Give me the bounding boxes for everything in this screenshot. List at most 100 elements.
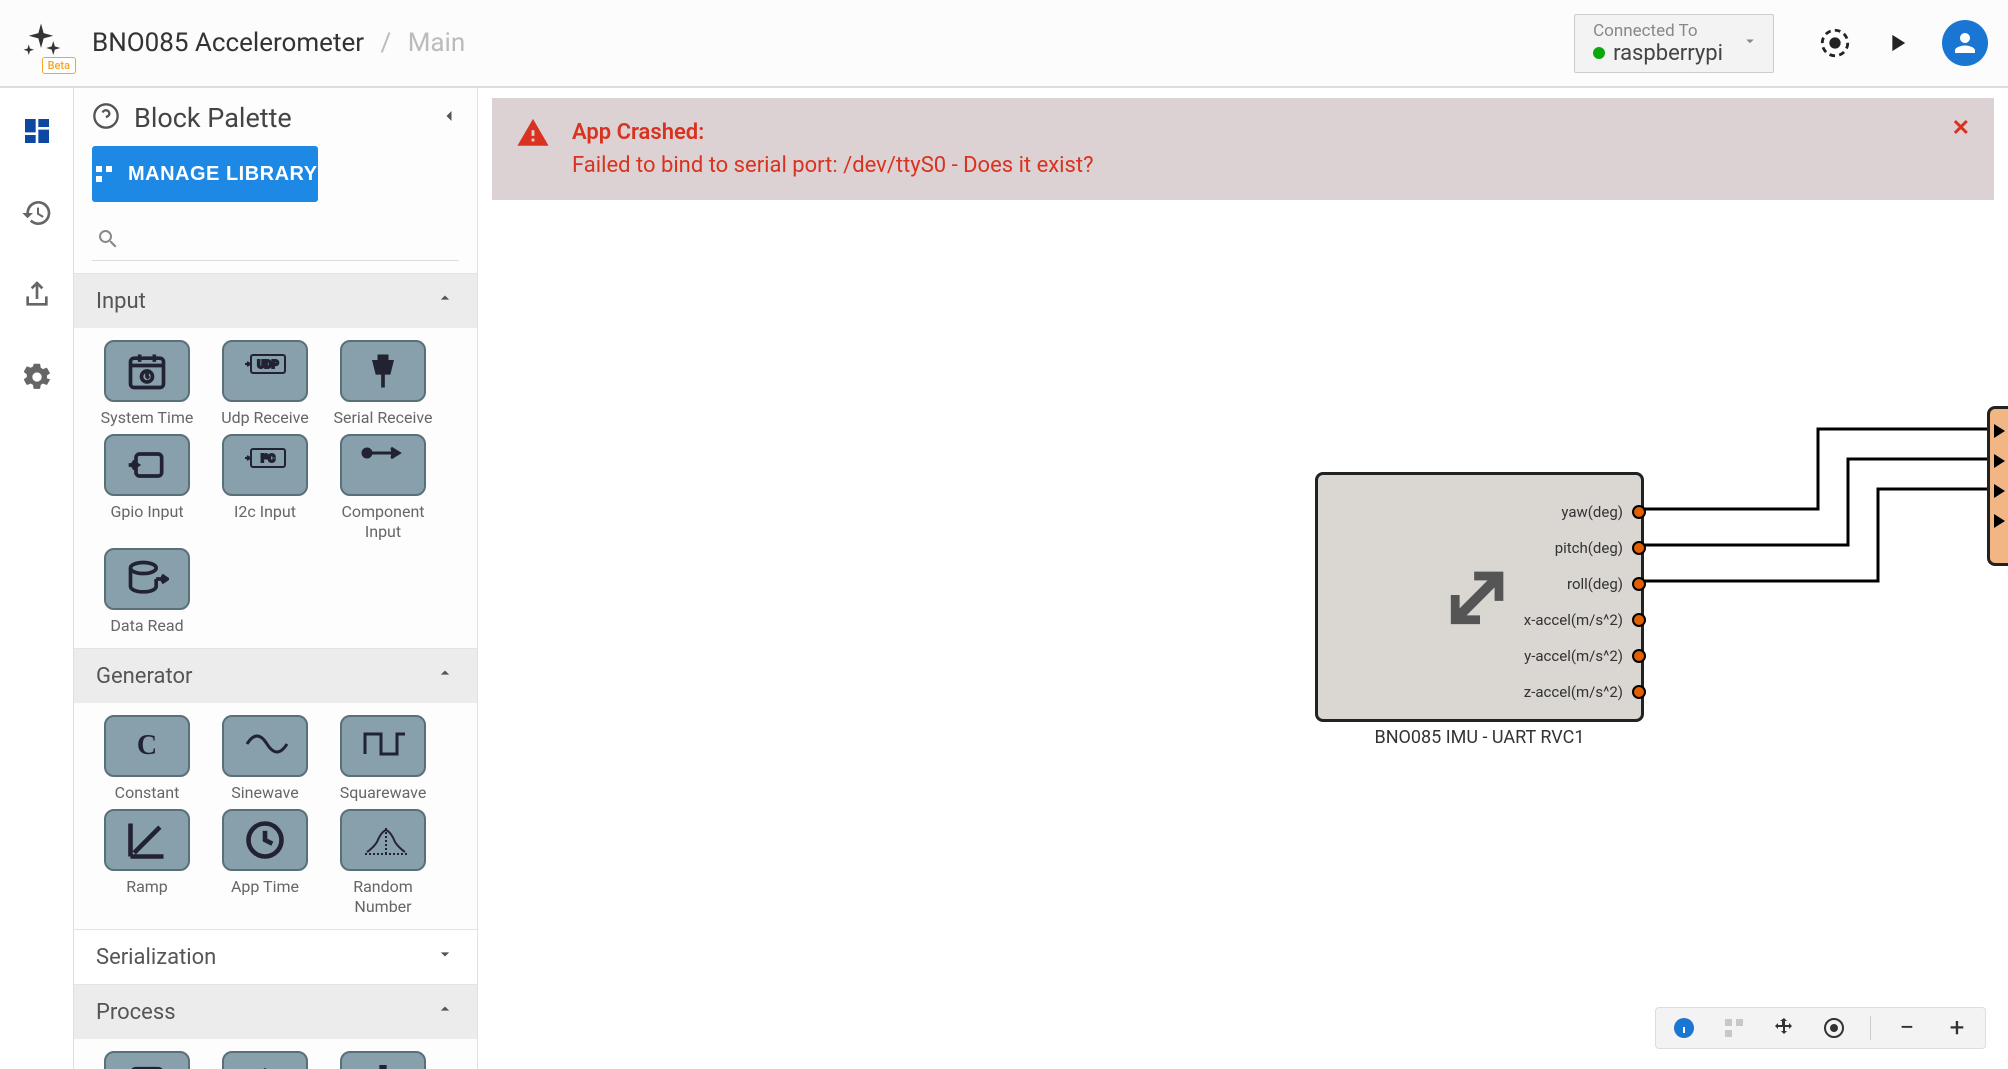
svg-text:UDP: UDP: [257, 358, 279, 371]
block-ramp[interactable]: Ramp: [88, 809, 206, 917]
data-read-icon: [104, 548, 190, 610]
snap-icon[interactable]: [1720, 1014, 1748, 1042]
node-plot[interactable]: x1x2x3x... Plot1: [1987, 406, 2008, 566]
help-icon[interactable]: [92, 102, 120, 134]
port-triangle: [1994, 454, 2005, 468]
center-icon[interactable]: [1820, 1014, 1848, 1042]
error-close-button[interactable]: ✕: [1952, 116, 1970, 141]
squarewave-icon: [340, 715, 426, 777]
imu-port-5[interactable]: z-accel(m/s^2): [1524, 683, 1637, 701]
logo: Beta: [20, 20, 62, 66]
rail-settings-icon[interactable]: [14, 354, 60, 400]
chevron-down-icon: [435, 944, 455, 970]
beta-badge: Beta: [42, 57, 76, 74]
block-squarewave[interactable]: Squarewave: [324, 715, 442, 803]
collapse-panel-icon[interactable]: [439, 106, 459, 130]
process-2-icon: [222, 1051, 308, 1069]
top-bar: Beta BNO085 Accelerometer / Main Connect…: [0, 0, 2008, 88]
error-message: Failed to bind to serial port: /dev/ttyS…: [572, 149, 1930, 182]
random-number-icon: [340, 809, 426, 871]
block-process-1[interactable]: [88, 1051, 206, 1069]
block-process-3[interactable]: [324, 1051, 442, 1069]
block-i2c-input[interactable]: I²CI2c Input: [206, 434, 324, 542]
wires: [478, 88, 2008, 1069]
node-imu-caption: BNO085 IMU - UART RVC1: [1318, 719, 1641, 748]
icon-rail: [0, 88, 74, 1069]
main-layout: Block Palette MANAGE LIBRARY InputSystem…: [0, 88, 2008, 1069]
imu-port-3[interactable]: x-accel(m/s^2): [1524, 611, 1637, 629]
imu-port-4[interactable]: y-accel(m/s^2): [1524, 647, 1637, 665]
system-time-icon: [104, 340, 190, 402]
deploy-icon[interactable]: [1812, 20, 1858, 66]
expand-arrow-icon: [1445, 560, 1515, 634]
breadcrumb-current: Main: [408, 28, 466, 58]
block-system-time[interactable]: System Time: [88, 340, 206, 428]
breadcrumb-sep: /: [381, 28, 392, 58]
connection-status-dot: [1593, 47, 1605, 59]
process-3-icon: [340, 1051, 426, 1069]
serial-receive-icon: [340, 340, 426, 402]
avatar[interactable]: [1942, 20, 1988, 66]
svg-text:I²C: I²C: [261, 452, 276, 465]
ramp-icon: [104, 809, 190, 871]
imu-port-1[interactable]: pitch(deg): [1555, 539, 1637, 557]
error-title: App Crashed:: [572, 116, 1930, 149]
port-triangle: [1994, 514, 2005, 528]
imu-port-0[interactable]: yaw(deg): [1561, 503, 1637, 521]
port-triangle: [1994, 424, 2005, 438]
plot-port-3[interactable]: x...: [1996, 513, 2008, 528]
app-time-icon: [222, 809, 308, 871]
block-serial-receive[interactable]: Serial Receive: [324, 340, 442, 428]
block-data-read[interactable]: Data Read: [88, 548, 206, 636]
move-icon[interactable]: [1770, 1014, 1798, 1042]
zoom-in-button[interactable]: +: [1943, 1014, 1971, 1042]
constant-icon: C: [104, 715, 190, 777]
block-component-input[interactable]: Component Input: [324, 434, 442, 542]
block-constant[interactable]: CConstant: [88, 715, 206, 803]
block-random-number[interactable]: Random Number: [324, 809, 442, 917]
node-plot-caption: Plot1: [1990, 563, 2008, 592]
connection-dropdown[interactable]: Connected To raspberrypi: [1574, 14, 1774, 73]
port-triangle: [1994, 484, 2005, 498]
plot-port-1[interactable]: x2: [1996, 453, 2008, 468]
rail-dashboard-icon[interactable]: [14, 108, 60, 154]
warning-icon: [516, 116, 550, 157]
block-process-2[interactable]: [206, 1051, 324, 1069]
search-input[interactable]: [92, 218, 459, 261]
breadcrumb-project[interactable]: BNO085 Accelerometer: [92, 28, 364, 58]
block-gpio-input[interactable]: Gpio Input: [88, 434, 206, 542]
category-header-generator[interactable]: Generator: [74, 648, 477, 703]
port-dot: [1632, 577, 1646, 591]
port-dot: [1632, 541, 1646, 555]
node-imu[interactable]: yaw(deg) pitch(deg) roll(deg) x-accel(m/s^2…: [1315, 472, 1644, 722]
port-dot: [1632, 649, 1646, 663]
chevron-up-icon: [435, 999, 455, 1025]
category-header-process[interactable]: Process: [74, 984, 477, 1039]
udp-receive-icon: UDP: [222, 340, 308, 402]
info-icon[interactable]: [1670, 1014, 1698, 1042]
port-dot: [1632, 613, 1646, 627]
play-icon[interactable]: [1874, 20, 1920, 66]
manage-library-button[interactable]: MANAGE LIBRARY: [92, 146, 318, 202]
canvas-toolbar: − +: [1655, 1007, 1986, 1049]
sinewave-icon: [222, 715, 308, 777]
error-banner: App Crashed: Failed to bind to serial po…: [492, 98, 1994, 200]
plot-port-0[interactable]: x1: [1996, 423, 2008, 438]
imu-port-2[interactable]: roll(deg): [1567, 575, 1637, 593]
block-sinewave[interactable]: Sinewave: [206, 715, 324, 803]
rail-export-icon[interactable]: [14, 272, 60, 318]
zoom-out-button[interactable]: −: [1893, 1014, 1921, 1042]
breadcrumb: BNO085 Accelerometer / Main: [92, 28, 465, 58]
category-header-serialization[interactable]: Serialization: [74, 929, 477, 984]
chevron-up-icon: [435, 663, 455, 689]
plot-port-2[interactable]: x3: [1996, 483, 2008, 498]
block-app-time[interactable]: App Time: [206, 809, 324, 917]
category-header-input[interactable]: Input: [74, 273, 477, 328]
component-input-icon: [340, 434, 426, 496]
i2c-input-icon: I²C: [222, 434, 308, 496]
block-udp-receive[interactable]: UDPUdp Receive: [206, 340, 324, 428]
rail-history-icon[interactable]: [14, 190, 60, 236]
canvas[interactable]: App Crashed: Failed to bind to serial po…: [478, 88, 2008, 1069]
chevron-up-icon: [435, 288, 455, 314]
port-dot: [1632, 505, 1646, 519]
